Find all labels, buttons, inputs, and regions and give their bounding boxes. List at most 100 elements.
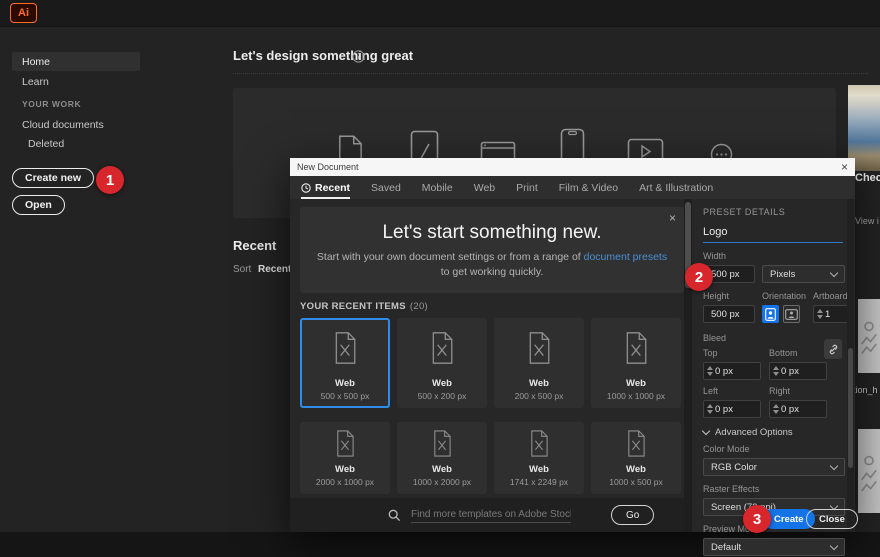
stepper-up-icon[interactable] — [773, 404, 779, 408]
bleed-top-input[interactable]: 0 px — [703, 362, 761, 380]
sort-label: Sort — [233, 264, 251, 275]
preset-card-web-500x200[interactable]: Web 500 x 200 px — [397, 318, 487, 408]
hero-subtitle-text: to get working quickly. — [441, 266, 544, 278]
step-badge-1: 1 — [96, 166, 124, 194]
bleed-link-values-button[interactable] — [824, 339, 842, 359]
chevron-down-icon — [830, 541, 838, 549]
image-placeholder-icon — [861, 314, 877, 358]
preview-mode-dropdown[interactable]: Default — [703, 538, 845, 556]
portrait-icon — [765, 308, 776, 321]
orientation-portrait-button[interactable] — [762, 305, 779, 323]
preset-card-size: 1000 x 1000 px — [607, 391, 665, 401]
advanced-options-toggle[interactable]: Advanced Options — [703, 427, 846, 438]
close-button[interactable]: Close — [806, 509, 858, 529]
orientation-landscape-button[interactable] — [783, 305, 800, 323]
tab-web[interactable]: Web — [474, 182, 495, 194]
preset-card-name: Web — [432, 464, 452, 475]
height-input[interactable]: 500 px — [703, 305, 755, 323]
info-icon[interactable] — [352, 50, 365, 63]
preset-card-web-1000x500[interactable]: Web 1000 x 500 px — [591, 422, 681, 494]
template-search-bar: Go — [290, 498, 684, 532]
recent-file-thumbnail[interactable] — [858, 299, 880, 373]
stepper-up-icon[interactable] — [707, 366, 713, 370]
preset-card-web-500x500[interactable]: Web 500 x 500 px — [300, 318, 390, 408]
preset-card-web-1741x2249[interactable]: Web 1741 x 2249 px — [494, 422, 584, 494]
width-label: Width — [703, 251, 846, 261]
preset-card-size: 500 x 500 px — [321, 391, 370, 401]
hero-close-icon[interactable]: × — [669, 211, 676, 225]
bleed-left-label: Left — [703, 386, 761, 396]
stepper-up-icon[interactable] — [773, 366, 779, 370]
bleed-right-value: 0 px — [781, 404, 799, 415]
preset-card-web-1000x1000[interactable]: Web 1000 x 1000 px — [591, 318, 681, 408]
sidebar-item-home-label: Home — [22, 56, 50, 68]
preset-card-web-200x500[interactable]: Web 200 x 500 px — [494, 318, 584, 408]
new-document-dialog: New Document × Recent Saved Mobile Web P… — [290, 158, 855, 532]
bleed-bottom-input[interactable]: 0 px — [769, 362, 827, 380]
home-page-title: Let's design something great — [233, 48, 413, 63]
preset-card-name: Web — [626, 378, 646, 389]
stepper-up-icon[interactable] — [707, 404, 713, 408]
document-x-icon — [526, 331, 552, 365]
tab-mobile[interactable]: Mobile — [422, 182, 453, 194]
start-something-new-card: × Let's start something new. Start with … — [300, 207, 684, 293]
your-recent-items-count: (20) — [410, 301, 428, 312]
header-divider — [233, 73, 868, 74]
artboards-stepper[interactable]: 1 — [813, 305, 851, 323]
color-mode-dropdown[interactable]: RGB Color — [703, 458, 845, 476]
document-x-icon — [334, 430, 356, 457]
search-icon — [388, 509, 401, 522]
bleed-left-value: 0 px — [715, 404, 733, 415]
landscape-icon — [785, 309, 798, 320]
sidebar-item-home[interactable]: Home — [12, 52, 140, 71]
open-button[interactable]: Open — [12, 195, 65, 215]
chain-link-icon — [827, 343, 840, 356]
preset-card-name: Web — [529, 378, 549, 389]
sidebar-item-cloud-documents[interactable]: Cloud documents — [22, 119, 104, 131]
stepper-down-icon[interactable] — [707, 410, 713, 414]
recent-file-thumbnail[interactable] — [858, 429, 880, 513]
tab-film-video[interactable]: Film & Video — [559, 182, 618, 194]
preset-card-web-2000x1000[interactable]: Web 2000 x 1000 px — [300, 422, 390, 494]
rail-card-subtext: View i — [855, 216, 879, 226]
preview-mode-value: Default — [711, 542, 741, 553]
document-presets-link[interactable]: document presets — [584, 251, 667, 263]
document-x-icon — [332, 331, 358, 365]
tab-recent[interactable]: Recent — [301, 182, 350, 194]
stepper-up-icon[interactable] — [817, 309, 823, 313]
bleed-right-input[interactable]: 0 px — [769, 400, 827, 418]
preset-card-size: 500 x 200 px — [418, 391, 467, 401]
bleed-left-input[interactable]: 0 px — [703, 400, 761, 418]
step-badge-3: 3 — [743, 505, 771, 533]
sidebar-item-learn[interactable]: Learn — [22, 76, 49, 88]
stepper-down-icon[interactable] — [773, 372, 779, 376]
height-label: Height — [703, 291, 755, 301]
create-new-button[interactable]: Create new — [12, 168, 94, 188]
stepper-down-icon[interactable] — [817, 315, 823, 319]
units-dropdown[interactable]: Pixels — [762, 265, 845, 283]
recent-items-row-1: Web 500 x 500 px Web 500 x 200 px Web 20… — [300, 318, 681, 408]
chevron-down-icon — [830, 268, 838, 276]
go-button[interactable]: Go — [611, 505, 654, 525]
panel-scrollbar-thumb[interactable] — [848, 348, 853, 468]
document-name-field[interactable]: Logo — [703, 226, 843, 243]
rail-card-title: Chec — [855, 172, 880, 184]
sidebar-item-deleted[interactable]: Deleted — [28, 138, 64, 150]
dialog-close-icon[interactable]: × — [841, 161, 848, 173]
hero-subtitle-text: Start with your own document settings or… — [317, 251, 584, 263]
document-x-icon — [528, 430, 550, 457]
stepper-down-icon[interactable] — [707, 372, 713, 376]
preset-card-size: 1000 x 500 px — [609, 477, 662, 487]
document-x-icon — [429, 331, 455, 365]
bleed-top-value: 0 px — [715, 366, 733, 377]
template-search-input[interactable] — [411, 507, 571, 523]
tab-art-illustration[interactable]: Art & Illustration — [639, 182, 713, 194]
color-mode-label: Color Mode — [703, 444, 846, 454]
preset-card-size: 1000 x 2000 px — [413, 477, 471, 487]
sort-value-recent[interactable]: Recent — [258, 264, 291, 275]
preset-card-web-1000x2000[interactable]: Web 1000 x 2000 px — [397, 422, 487, 494]
tab-saved[interactable]: Saved — [371, 182, 401, 194]
chevron-down-icon — [830, 461, 838, 469]
stepper-down-icon[interactable] — [773, 410, 779, 414]
tab-print[interactable]: Print — [516, 182, 538, 194]
